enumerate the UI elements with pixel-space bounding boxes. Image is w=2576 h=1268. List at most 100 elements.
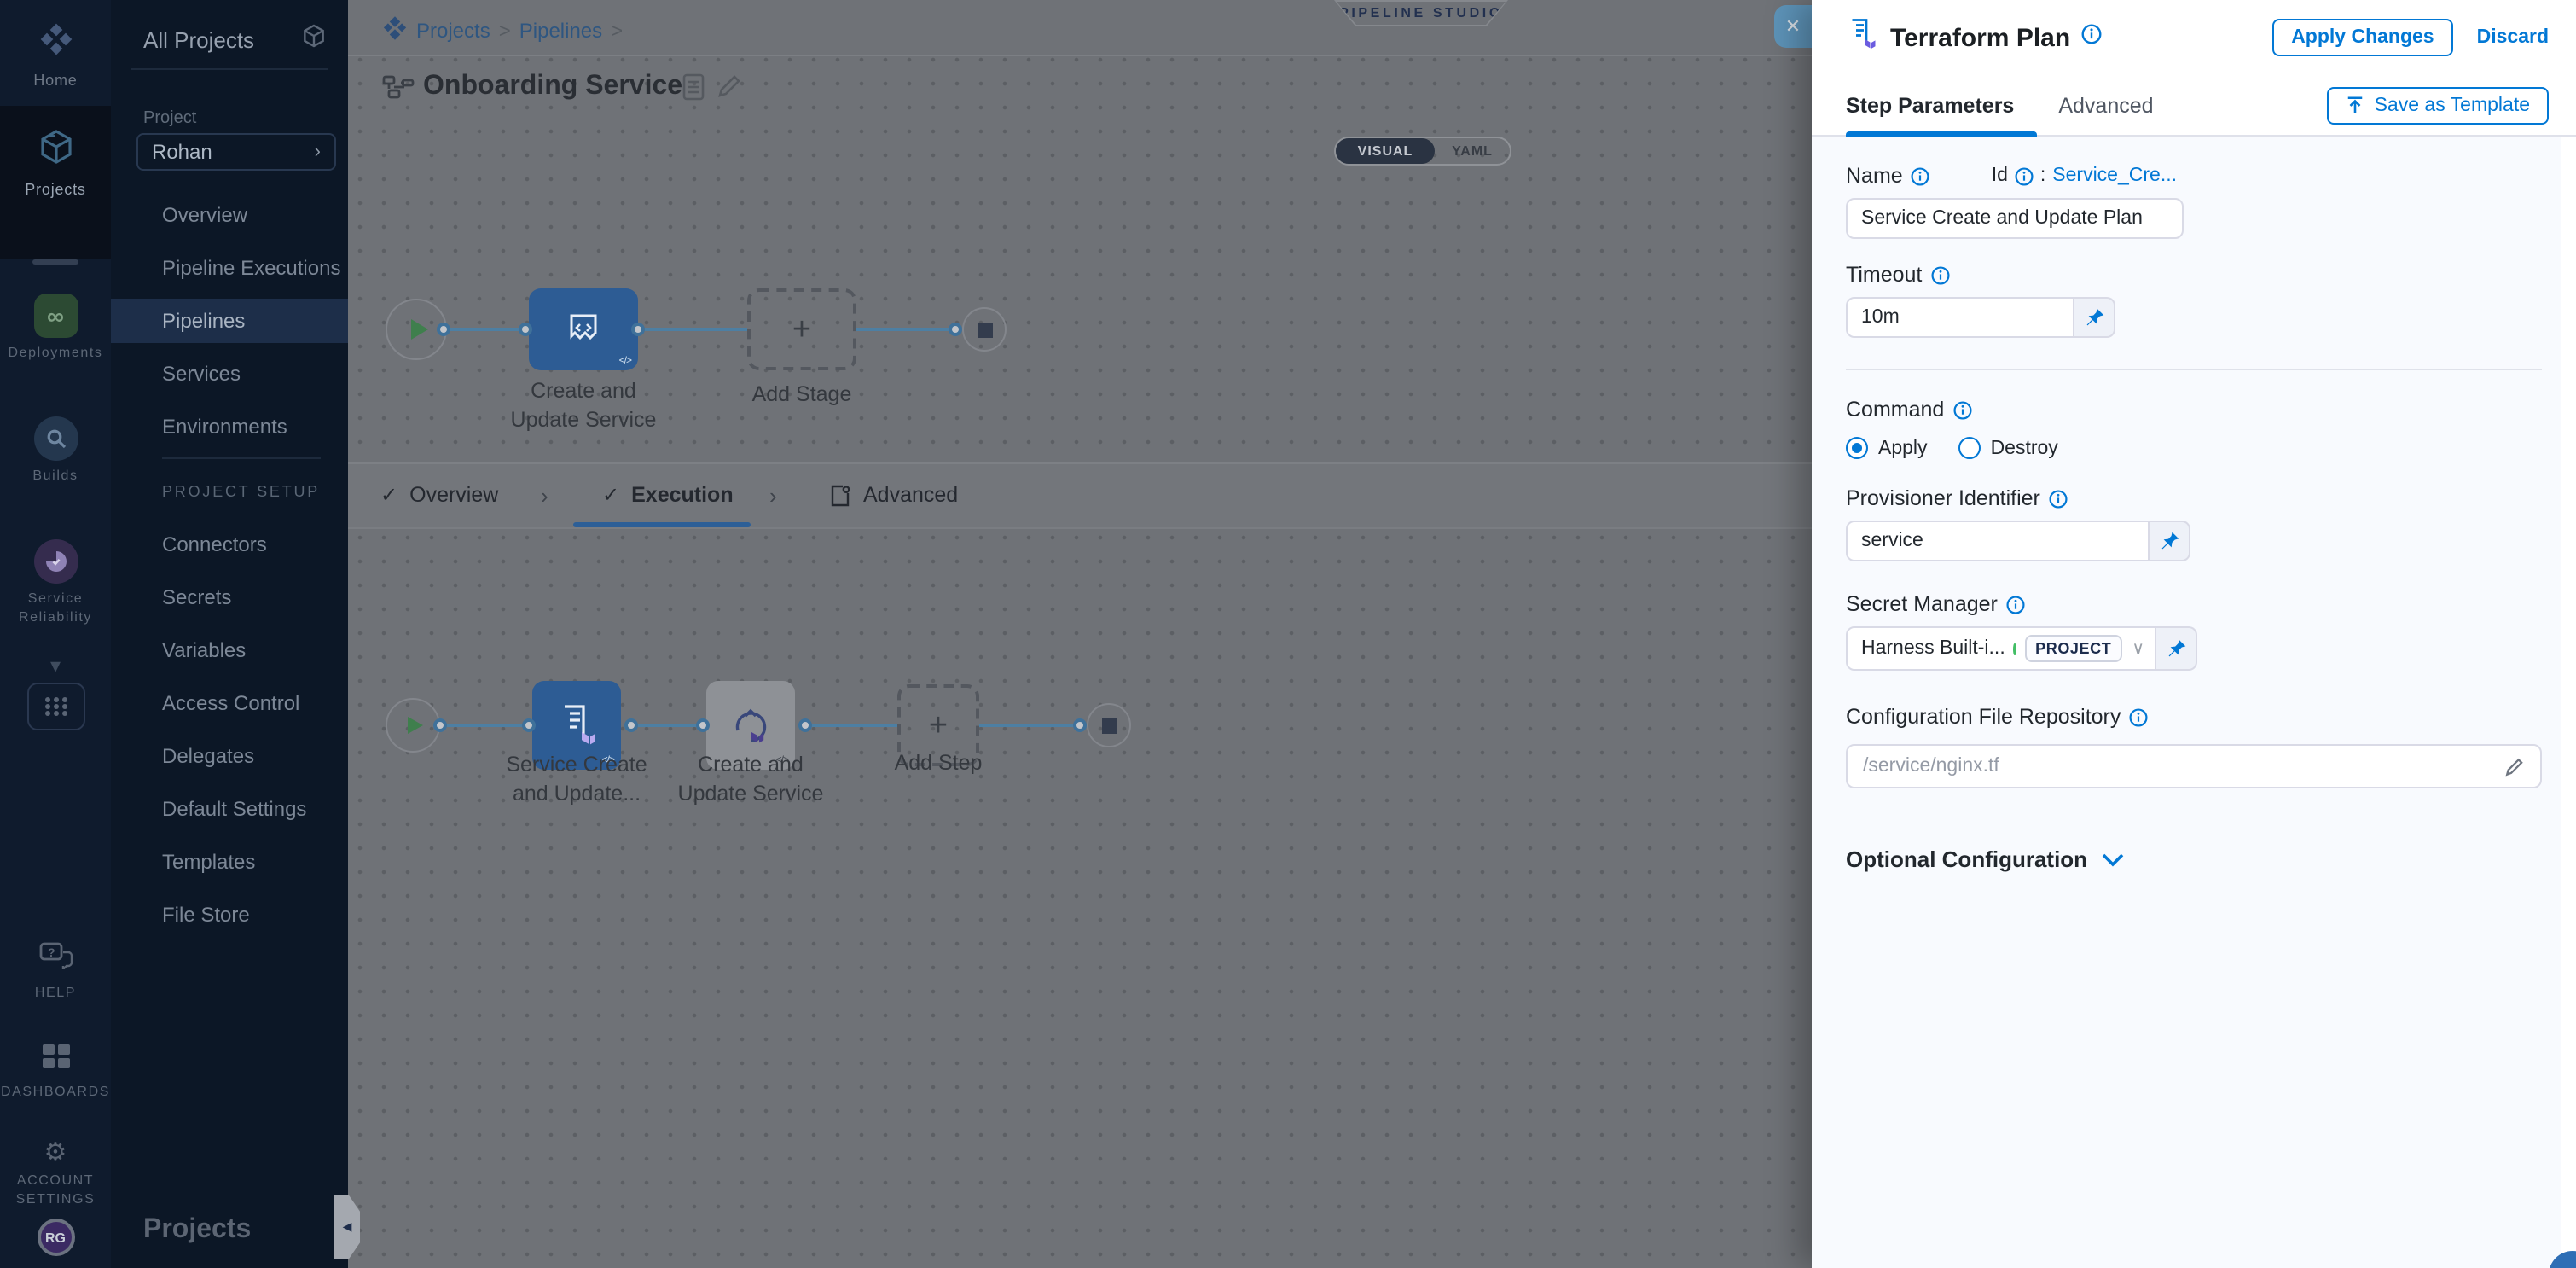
config-file-repository-label: Configuration File Repository [1846, 705, 2542, 729]
secret-manager-pin-button[interactable] [2156, 626, 2197, 671]
toggle-yaml[interactable]: YAML [1435, 138, 1510, 164]
nav-builds-label: Builds [32, 466, 78, 485]
cube-icon [300, 22, 328, 58]
pin-icon [2084, 307, 2104, 328]
timeout-input[interactable] [1846, 297, 2074, 338]
info-icon [1952, 400, 1971, 419]
breadcrumb: Projects > Pipelines > [382, 15, 623, 46]
port [519, 323, 532, 336]
chevron-down-icon: ∨ [2132, 639, 2144, 658]
port [437, 323, 450, 336]
stage-node-create-and-update-service[interactable]: </> [529, 288, 638, 370]
deployments-icon: ∞ [33, 294, 78, 338]
execution-end-node [1087, 703, 1131, 747]
info-icon [2129, 707, 2148, 726]
radio-destroy[interactable]: Destroy [1958, 437, 2058, 459]
add-stage-label: Add Stage [713, 381, 891, 410]
step2-label: Create and Update Service [628, 751, 873, 809]
close-panel-button[interactable]: ✕ [1774, 5, 1812, 48]
provisioner-identifier-input[interactable] [1846, 521, 2150, 561]
panel-scrollbar-track[interactable] [2561, 137, 2576, 1268]
sidebar-item-pipelines[interactable]: Pipelines [111, 299, 348, 343]
nav-modules-chevron[interactable]: ▾ [0, 654, 111, 678]
port [631, 323, 645, 336]
sidebar-item-file-store[interactable]: File Store [111, 893, 348, 937]
nav-projects[interactable]: Projects [0, 126, 111, 200]
sidebar-item-overview[interactable]: Overview [111, 193, 348, 237]
step-id-link[interactable]: Service_Cre... [2052, 166, 2177, 186]
optional-configuration-toggle[interactable]: Optional Configuration [1846, 846, 2542, 872]
port [1073, 718, 1087, 732]
sidebar-item-services[interactable]: Services [111, 352, 348, 396]
breadcrumb-pipelines[interactable]: Pipelines [519, 19, 602, 43]
breadcrumb-row: Projects > Pipelines > PIPELINE STUDIO [348, 0, 1812, 56]
edit-pencil-icon[interactable] [717, 73, 742, 108]
panel-header: Terraform Plan Apply Changes Discard [1812, 0, 2576, 75]
tab-overview[interactable]: ✓ Overview [380, 483, 498, 507]
sidebar-item-variables[interactable]: Variables [111, 628, 348, 672]
toggle-visual[interactable]: VISUAL [1336, 138, 1435, 164]
sidebar-item-pipeline-executions[interactable]: Pipeline Executions [111, 246, 348, 290]
user-avatar[interactable]: RG [0, 1219, 111, 1256]
secret-manager-select[interactable]: Harness Built-i... PROJECT ∨ [1846, 626, 2156, 671]
nav-apps-grid[interactable] [0, 683, 111, 730]
info-icon [1912, 166, 1930, 185]
sidebar-item-environments[interactable]: Environments [111, 404, 348, 449]
all-projects-link[interactable]: All Projects [143, 27, 254, 53]
port [522, 718, 536, 732]
tab-advanced[interactable]: Advanced [2058, 93, 2153, 117]
sidebar-item-delegates[interactable]: Delegates [111, 734, 348, 778]
dashboards-icon [42, 1044, 69, 1077]
terraform-plan-icon [1846, 16, 1877, 59]
visual-yaml-toggle[interactable]: VISUAL YAML [1334, 137, 1511, 166]
custom-stage-icon [565, 311, 602, 348]
panel-title: Terraform Plan [1890, 23, 2070, 52]
radio-selected-icon [1846, 437, 1868, 459]
tab-step-parameters[interactable]: Step Parameters [1846, 93, 2014, 117]
save-as-template-button[interactable]: Save as Template [2327, 86, 2549, 124]
nav-service-reliability[interactable]: Service Reliability [0, 539, 111, 626]
pipeline-canvas: Projects > Pipelines > PIPELINE STUDIO O… [348, 0, 1812, 1268]
nav-help[interactable]: ? HELP [0, 942, 111, 1002]
sidebar-item-templates[interactable]: Templates [111, 840, 348, 884]
sidebar-item-secrets[interactable]: Secrets [111, 575, 348, 619]
timeout-pin-button[interactable] [2074, 297, 2115, 338]
chevron-right-icon: › [315, 142, 321, 162]
pipeline-title: Onboarding Service [423, 72, 682, 102]
nav-service-reliability-label-2: Reliability [19, 608, 92, 626]
pin-icon [2166, 638, 2186, 659]
pipeline-title-row: Onboarding Service VISUAL YAML [348, 58, 1812, 119]
sidebar-item-default-settings[interactable]: Default Settings [111, 787, 348, 831]
nav-account-settings[interactable]: ⚙ ACCOUNT SETTINGS [0, 1140, 111, 1208]
radio-unselected-icon [1958, 437, 1981, 459]
config-file-repository-field[interactable]: /service/nginx.tf [1846, 744, 2542, 788]
plus-icon: + [792, 313, 811, 346]
add-stage-button[interactable]: + [747, 288, 856, 370]
nav-home[interactable]: Home [0, 20, 111, 90]
discard-button[interactable]: Discard [2477, 27, 2549, 48]
nav-deployments[interactable]: ∞ Deployments [0, 294, 111, 362]
sidebar-divider [162, 457, 321, 459]
close-icon: ✕ [1785, 15, 1801, 38]
nav-projects-label: Projects [25, 181, 85, 200]
pipeline-studio-badge: PIPELINE STUDIO [1334, 0, 1508, 26]
tab-execution[interactable]: ✓ Execution [602, 483, 734, 507]
project-label: Project [143, 109, 196, 128]
breadcrumb-projects[interactable]: Projects [416, 19, 490, 43]
provisioner-pin-button[interactable] [2150, 521, 2190, 561]
tab-advanced[interactable]: Advanced [829, 483, 958, 507]
nav-deployments-label: Deployments [9, 343, 103, 362]
info-icon [2015, 166, 2034, 185]
name-input[interactable] [1846, 198, 2184, 239]
nav-dashboards[interactable]: DASHBOARDS [0, 1044, 111, 1101]
command-label: Command [1846, 398, 2542, 422]
collapse-left-icon: ◀ [343, 1220, 352, 1234]
apply-changes-button[interactable]: Apply Changes [2272, 19, 2452, 56]
nav-builds[interactable]: Builds [0, 416, 111, 485]
project-selector[interactable]: Rohan › [136, 133, 336, 171]
sidebar-item-connectors[interactable]: Connectors [111, 522, 348, 567]
sidebar-item-access-control[interactable]: Access Control [111, 681, 348, 725]
radio-apply[interactable]: Apply [1846, 437, 1928, 459]
notes-icon[interactable] [682, 73, 705, 109]
timeout-label: Timeout [1846, 263, 2542, 287]
